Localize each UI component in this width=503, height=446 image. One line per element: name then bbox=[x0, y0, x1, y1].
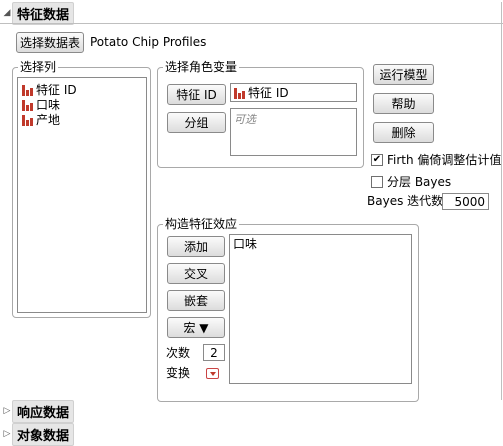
response-data-section-header[interactable]: ▷ 响应数据 bbox=[2, 399, 75, 423]
feature-id-role-button[interactable]: 特征 ID bbox=[167, 84, 226, 105]
firth-checkbox[interactable]: ✔ bbox=[371, 154, 383, 166]
firth-label: Firth 偏倚调整估计值 bbox=[387, 153, 502, 167]
column-list[interactable]: 特征 ID 口味 产地 bbox=[17, 77, 147, 313]
macros-button[interactable]: 宏 ▼ bbox=[167, 317, 225, 338]
data-table-name: Potato Chip Profiles bbox=[90, 35, 207, 49]
select-data-table-button[interactable]: 选择数据表 bbox=[16, 32, 84, 53]
column-item[interactable]: 特征 ID bbox=[18, 82, 146, 97]
add-effect-button[interactable]: 添加 bbox=[167, 236, 225, 257]
hier-bayes-label: 分层 Bayes bbox=[387, 175, 452, 189]
cross-button[interactable]: 交叉 bbox=[167, 263, 225, 284]
remove-button[interactable]: 删除 bbox=[373, 122, 434, 143]
select-columns-label: 选择列 bbox=[18, 60, 59, 74]
run-model-button[interactable]: 运行模型 bbox=[373, 64, 434, 85]
column-item-label: 产地 bbox=[36, 113, 61, 127]
feature-id-role-field[interactable]: 特征 ID bbox=[230, 83, 357, 102]
collapse-triangle-icon[interactable]: ◢ bbox=[2, 7, 12, 19]
group-role-field[interactable]: 可选 bbox=[230, 108, 357, 156]
nominal-column-icon bbox=[22, 114, 33, 126]
degree-value: 2 bbox=[210, 345, 218, 360]
bayes-iterations-field[interactable]: 5000 bbox=[442, 193, 489, 210]
help-button[interactable]: 帮助 bbox=[373, 93, 434, 114]
transform-label: 变换 bbox=[166, 366, 191, 380]
response-data-title: 响应数据 bbox=[12, 399, 75, 423]
nominal-column-icon bbox=[234, 87, 245, 99]
group-role-placeholder: 可选 bbox=[234, 113, 256, 126]
object-data-section-header[interactable]: ▷ 对象数据 bbox=[2, 422, 75, 446]
expand-triangle-icon[interactable]: ▷ bbox=[2, 405, 12, 417]
effect-item[interactable]: 口味 bbox=[230, 236, 411, 251]
column-item[interactable]: 产地 bbox=[18, 112, 146, 127]
expand-triangle-icon[interactable]: ▷ bbox=[2, 428, 12, 440]
cast-roles-label: 选择角色变量 bbox=[163, 60, 240, 74]
effect-item-label: 口味 bbox=[233, 237, 258, 251]
nominal-column-icon bbox=[22, 84, 33, 96]
transform-dropdown-icon[interactable] bbox=[206, 368, 219, 379]
construct-effects-label: 构造特征效应 bbox=[163, 217, 240, 231]
feature-data-title: 特征数据 bbox=[12, 1, 75, 25]
header-divider bbox=[0, 23, 503, 24]
effects-list[interactable]: 口味 bbox=[229, 234, 412, 384]
degree-label: 次数 bbox=[166, 346, 191, 360]
nominal-column-icon bbox=[22, 99, 33, 111]
outline-frame bbox=[501, 2, 502, 400]
feature-data-section-header[interactable]: ◢ 特征数据 bbox=[2, 1, 75, 25]
bayes-iterations-label: Bayes 迭代数 bbox=[367, 194, 444, 208]
group-role-button[interactable]: 分组 bbox=[167, 112, 226, 133]
column-item[interactable]: 口味 bbox=[18, 97, 146, 112]
bayes-iterations-value: 5000 bbox=[454, 194, 485, 209]
object-data-title: 对象数据 bbox=[12, 422, 75, 446]
feature-id-role-value: 特征 ID bbox=[248, 86, 289, 100]
degree-field[interactable]: 2 bbox=[203, 344, 225, 361]
checkmark-icon: ✔ bbox=[372, 154, 382, 165]
hier-bayes-checkbox[interactable] bbox=[371, 176, 383, 188]
nest-button[interactable]: 嵌套 bbox=[167, 290, 225, 311]
